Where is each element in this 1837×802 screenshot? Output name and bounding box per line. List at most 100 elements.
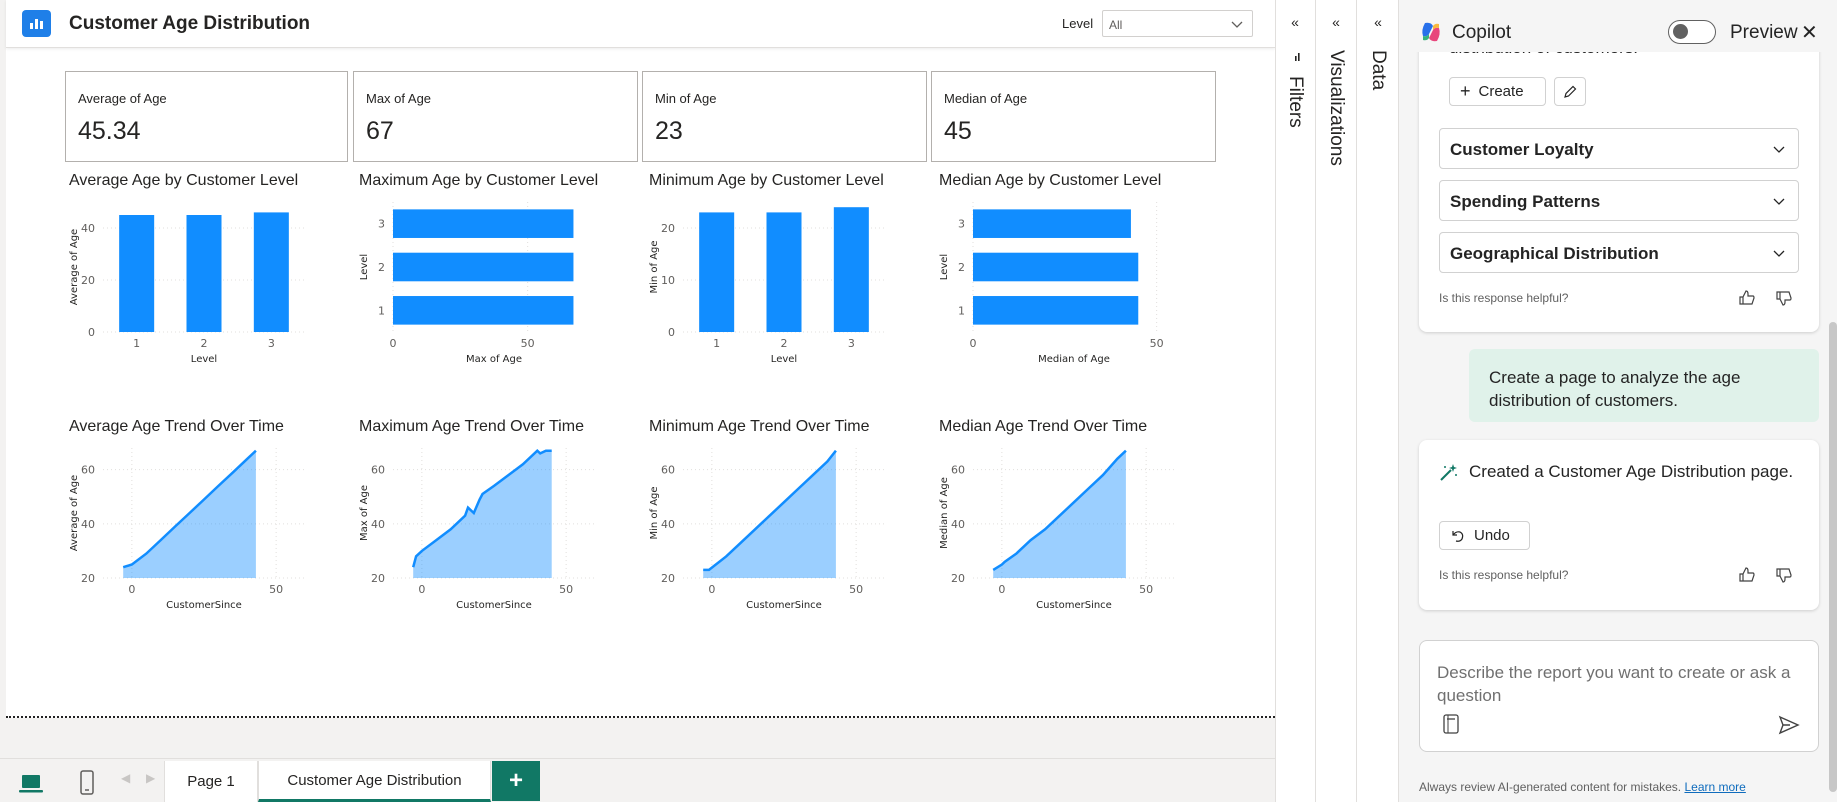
- visualizations-label[interactable]: Visualizations: [1325, 50, 1347, 166]
- card-label: Average of Age: [78, 91, 167, 106]
- learn-more-link[interactable]: Learn more: [1684, 780, 1745, 794]
- x-tick-label: 0: [418, 583, 425, 596]
- previous-page-arrow[interactable]: ◀: [121, 771, 130, 785]
- copilot-scrollbar[interactable]: [1829, 322, 1837, 792]
- tab-customer-age-distribution[interactable]: Customer Age Distribution: [258, 761, 491, 802]
- kpi-card-median-age[interactable]: Median of Age 45: [931, 71, 1216, 162]
- chart-title: Maximum Age by Customer Level: [359, 172, 599, 189]
- next-page-arrow[interactable]: ▶: [146, 771, 155, 785]
- desktop-view-button[interactable]: [14, 767, 48, 799]
- chart-title: Median Age by Customer Level: [939, 172, 1162, 189]
- x-tick-label: 2: [781, 337, 788, 350]
- x-axis-label: CustomerSince: [166, 600, 242, 611]
- plus-icon: +: [508, 767, 523, 794]
- card-label: Min of Age: [655, 91, 717, 106]
- chart-title: Average Age by Customer Level: [69, 172, 299, 189]
- create-button[interactable]: + Create: [1449, 77, 1546, 106]
- pencil-icon: [1564, 85, 1577, 98]
- chart-plot: Average of Age CustomerSince 20 40 60 0 50: [69, 448, 305, 611]
- user-message-bubble: Create a page to analyze the age distrib…: [1469, 349, 1819, 422]
- add-page-button[interactable]: +: [492, 761, 540, 801]
- accordion-customer-loyalty[interactable]: Customer Loyalty: [1439, 128, 1799, 169]
- bar: [833, 207, 869, 332]
- chart-plot: Min of Age Level 0 10 20 1 2 3: [649, 207, 885, 365]
- undo-button[interactable]: Undo: [1439, 521, 1530, 550]
- accordion-spending-patterns[interactable]: Spending Patterns: [1439, 180, 1799, 221]
- y-tick-label: 20: [371, 572, 385, 585]
- chart-min-age-by-level[interactable]: Minimum Age by Customer Level Min of Age…: [649, 172, 919, 402]
- copilot-title: Copilot: [1452, 22, 1512, 43]
- prompt-placeholder: Describe the report you want to create o…: [1437, 663, 1791, 705]
- disclaimer-text: Always review AI-generated content for m…: [1419, 780, 1682, 794]
- create-button-label: Create: [1478, 83, 1524, 100]
- bar: [973, 296, 1139, 325]
- chart-min-age-trend[interactable]: Minimum Age Trend Over Time Min of Age Cu…: [649, 418, 919, 648]
- app-window: Customer Age Distribution Level All Aver…: [0, 0, 1837, 802]
- chart-plot: Average of Age Level 0 20 40 1 2 3: [69, 212, 305, 365]
- thumbs-down-icon[interactable]: [1774, 288, 1794, 308]
- y-tick-label: 20: [661, 572, 675, 585]
- x-tick-label: 3: [848, 337, 855, 350]
- copilot-header: Copilot Preview ✕: [1399, 0, 1837, 52]
- chart-plot: Level Max of Age 0 50 1 2 3: [359, 202, 574, 365]
- chart-average-age-trend[interactable]: Average Age Trend Over Time Average of A…: [69, 418, 339, 648]
- x-tick-label: 50: [1139, 583, 1153, 596]
- x-axis-label: CustomerSince: [746, 600, 822, 611]
- y-tick-label: 40: [81, 518, 95, 531]
- x-axis-label: CustomerSince: [1036, 600, 1112, 611]
- kpi-card-max-age[interactable]: Max of Age 67: [353, 71, 638, 162]
- level-slicer-dropdown[interactable]: All: [1102, 10, 1253, 37]
- chart-median-age-trend[interactable]: Median Age Trend Over Time Median of Age…: [939, 418, 1209, 648]
- chevron-down-icon: [1773, 250, 1785, 257]
- x-tick-label: 50: [849, 583, 863, 596]
- x-tick-label: 3: [268, 337, 275, 350]
- data-label[interactable]: Data: [1367, 50, 1389, 90]
- filters-pane: « Filters: [1275, 0, 1315, 802]
- accordion-geographical-distribution[interactable]: Geographical Distribution: [1439, 232, 1799, 273]
- preview-toggle[interactable]: [1668, 20, 1716, 44]
- thumbs-up-icon[interactable]: [1737, 288, 1757, 308]
- x-tick-label: 50: [521, 337, 535, 350]
- close-icon[interactable]: ✕: [1801, 20, 1818, 45]
- report-canvas: Customer Age Distribution Level All Aver…: [0, 0, 1275, 758]
- accordion-label: Spending Patterns: [1450, 192, 1601, 211]
- kpi-card-min-age[interactable]: Min of Age 23: [642, 71, 927, 162]
- level-slicer-value: All: [1109, 18, 1123, 32]
- chart-max-age-trend[interactable]: Maximum Age Trend Over Time Max of Age Cu…: [359, 418, 629, 648]
- send-icon[interactable]: [1778, 714, 1800, 736]
- expand-data-icon[interactable]: «: [1368, 14, 1388, 34]
- mobile-view-button[interactable]: [70, 767, 104, 799]
- edit-button[interactable]: [1554, 77, 1586, 106]
- copilot-logo-icon: [1422, 22, 1440, 42]
- copilot-prompt-input[interactable]: Describe the report you want to create o…: [1419, 640, 1819, 752]
- chart-max-age-by-level[interactable]: Maximum Age by Customer Level Level Max o…: [359, 172, 629, 402]
- y-tick-label: 20: [951, 572, 965, 585]
- thumbs-down-icon[interactable]: [1774, 565, 1794, 585]
- helpful-prompt: Is this response helpful?: [1439, 291, 1569, 305]
- chart-title: Minimum Age by Customer Level: [649, 172, 884, 189]
- y-tick-label: 1: [958, 304, 965, 317]
- filters-label[interactable]: Filters: [1284, 76, 1306, 128]
- y-tick-label: 60: [81, 464, 95, 477]
- y-tick-label: 10: [661, 274, 675, 287]
- bar-chart-icon: [22, 10, 51, 37]
- chart-average-age-by-level[interactable]: Average Age by Customer Level Average of…: [69, 172, 339, 402]
- x-tick-label: 1: [713, 337, 720, 350]
- x-tick-label: 50: [1150, 337, 1164, 350]
- thumbs-up-icon[interactable]: [1737, 565, 1757, 585]
- y-tick-label: 0: [88, 326, 95, 339]
- kpi-card-average-age[interactable]: Average of Age 45.34: [65, 71, 348, 162]
- chart-median-age-by-level[interactable]: Median Age by Customer Level Level Median…: [939, 172, 1209, 402]
- assistant-message: Created a Customer Age Distribution page…: [1469, 462, 1794, 481]
- magic-wand-icon: [1440, 464, 1457, 481]
- ai-disclaimer: Always review AI-generated content for m…: [1419, 780, 1746, 794]
- y-tick-label: 60: [371, 464, 385, 477]
- expand-filters-icon[interactable]: «: [1285, 14, 1305, 34]
- x-tick-label: 2: [201, 337, 208, 350]
- expand-visualizations-icon[interactable]: «: [1326, 14, 1346, 34]
- prompt-guide-icon[interactable]: [1442, 713, 1460, 735]
- x-axis-label: Level: [191, 354, 217, 365]
- tab-page-1[interactable]: Page 1: [164, 761, 258, 802]
- y-axis-label: Min of Age: [649, 240, 660, 293]
- y-tick-label: 20: [81, 274, 95, 287]
